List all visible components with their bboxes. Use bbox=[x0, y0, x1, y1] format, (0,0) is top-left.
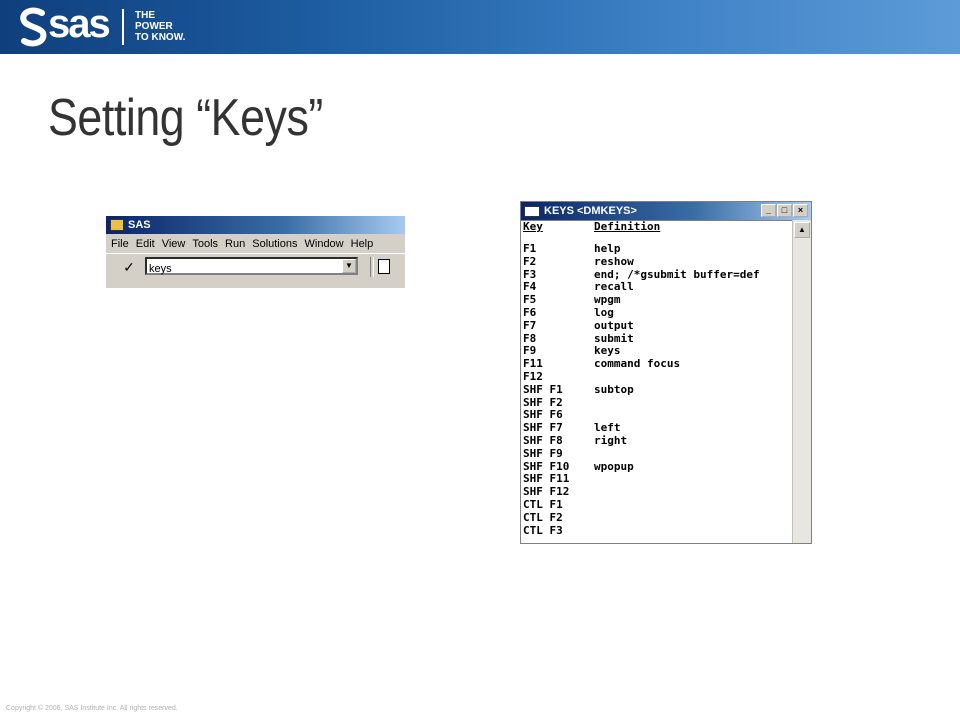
key-definition: log bbox=[594, 305, 614, 319]
key-row[interactable]: SHF F1 subtop bbox=[523, 382, 760, 397]
key-definition: wpopup bbox=[594, 459, 634, 473]
key-row[interactable]: CTL F2 bbox=[523, 510, 760, 525]
menu-window[interactable]: Window bbox=[305, 238, 344, 250]
menu-bar: File Edit View Tools Run Solutions Windo… bbox=[106, 234, 405, 253]
key-name: F6 bbox=[523, 305, 537, 319]
key-row[interactable]: F8 submit bbox=[523, 332, 760, 346]
logo-divider bbox=[122, 9, 124, 45]
keys-table: Key Definition F1 help F2 reshow F3 end; /*gs… bbox=[523, 221, 760, 537]
toolbar-divider bbox=[370, 257, 374, 277]
maximize-icon[interactable]: □ bbox=[777, 204, 792, 217]
keys-window: KEYS <DMKEYS> _ □ × Key Definition F1 hel… bbox=[520, 201, 812, 544]
key-definition bbox=[594, 397, 760, 410]
tagline-line: TO KNOW. bbox=[135, 32, 186, 43]
key-definition: output bbox=[594, 318, 634, 332]
key-row[interactable]: F2 reshow bbox=[523, 254, 760, 269]
key-row[interactable]: F7 output bbox=[523, 318, 760, 333]
key-row[interactable]: CTL F3 bbox=[523, 523, 760, 538]
scroll-up-icon[interactable]: ▲ bbox=[794, 222, 810, 238]
keys-title-bar: KEYS <DMKEYS> _ □ × bbox=[521, 202, 811, 220]
keys-window-title: KEYS <DMKEYS> bbox=[544, 205, 637, 217]
key-definition bbox=[594, 486, 760, 499]
key-definition bbox=[594, 499, 760, 512]
keys-list: Key Definition F1 help F2 reshow F3 end; /*gs… bbox=[521, 220, 793, 543]
key-definition: reshow bbox=[594, 254, 634, 268]
minimize-icon[interactable]: _ bbox=[761, 204, 776, 217]
key-definition bbox=[594, 448, 760, 461]
key-name: CTL F3 bbox=[523, 523, 563, 537]
key-name: F2 bbox=[523, 254, 537, 268]
key-definition bbox=[594, 512, 760, 525]
keys-app-icon bbox=[524, 205, 540, 217]
vertical-scrollbar[interactable]: ▲ bbox=[792, 220, 811, 543]
key-name: CTL F2 bbox=[523, 510, 563, 524]
sas-window-title: SAS bbox=[128, 219, 151, 231]
checkmark-icon[interactable]: ✓ bbox=[120, 258, 138, 276]
sas-app-icon bbox=[110, 219, 124, 231]
key-row[interactable]: F3 end; /*gsubmit buffer=def bbox=[523, 268, 760, 282]
key-row[interactable]: SHF F8 right bbox=[523, 433, 760, 448]
menu-run[interactable]: Run bbox=[225, 238, 245, 250]
menu-solutions[interactable]: Solutions bbox=[252, 238, 297, 250]
command-box: ▼ bbox=[145, 257, 358, 276]
key-definition bbox=[594, 525, 760, 538]
key-definition bbox=[594, 371, 760, 384]
key-name: F7 bbox=[523, 318, 537, 332]
key-name: F1 bbox=[523, 242, 537, 255]
chevron-down-icon[interactable]: ▼ bbox=[342, 259, 356, 273]
key-row[interactable]: F6 log bbox=[523, 305, 760, 320]
tagline: THE POWER TO KNOW. bbox=[135, 10, 185, 43]
key-definition bbox=[594, 473, 760, 486]
key-row[interactable]: F4 recall bbox=[523, 281, 760, 294]
sas-main-window: SAS File Edit View Tools Run Solutions W… bbox=[105, 216, 405, 288]
sas-logo-text: sas bbox=[48, 2, 111, 46]
command-input[interactable] bbox=[147, 262, 341, 276]
tagline-line: POWER bbox=[135, 21, 173, 32]
slide-title: Setting “Keys” bbox=[48, 89, 323, 147]
new-document-icon[interactable] bbox=[378, 259, 390, 274]
key-row[interactable]: F1 help bbox=[523, 242, 760, 256]
key-column-header: Key bbox=[523, 220, 543, 234]
key-name: CTL F1 bbox=[523, 497, 563, 511]
key-definition: help bbox=[594, 242, 621, 255]
keys-header-row: Key Definition bbox=[523, 221, 760, 234]
key-definition: subtop bbox=[594, 382, 634, 396]
key-definition: right bbox=[594, 433, 628, 447]
definition-column-header: Definition bbox=[594, 220, 661, 234]
key-name: SHF F9 bbox=[523, 446, 563, 460]
key-definition: command focus bbox=[594, 357, 681, 371]
key-row[interactable]: F5 wpgm bbox=[523, 293, 760, 307]
header-banner: sas THE POWER TO KNOW. bbox=[0, 0, 960, 54]
copyright-text: Copyright © 2006, SAS Institute Inc. All… bbox=[6, 705, 178, 712]
key-row[interactable]: F11 command focus bbox=[523, 357, 760, 371]
sas-title-bar: SAS bbox=[106, 216, 405, 234]
toolbar: ✓ ▼ bbox=[106, 253, 405, 280]
menu-help[interactable]: Help bbox=[351, 238, 374, 250]
sas-logo-icon bbox=[20, 7, 47, 47]
close-icon[interactable]: × bbox=[793, 204, 808, 217]
key-row[interactable]: F12 bbox=[523, 369, 760, 384]
tagline-line: THE bbox=[135, 10, 155, 21]
menu-file[interactable]: File bbox=[111, 238, 129, 250]
key-row[interactable]: CTL F1 bbox=[523, 497, 760, 512]
menu-tools[interactable]: Tools bbox=[192, 238, 218, 250]
key-name: SHF F1 bbox=[523, 382, 563, 396]
key-row[interactable]: SHF F9 bbox=[523, 446, 760, 461]
menu-edit[interactable]: Edit bbox=[136, 238, 155, 250]
key-definition: wpgm bbox=[594, 293, 621, 307]
key-name: SHF F8 bbox=[523, 433, 563, 447]
key-name: F12 bbox=[523, 369, 543, 383]
window-controls: _ □ × bbox=[761, 204, 808, 217]
menu-view[interactable]: View bbox=[162, 238, 186, 250]
